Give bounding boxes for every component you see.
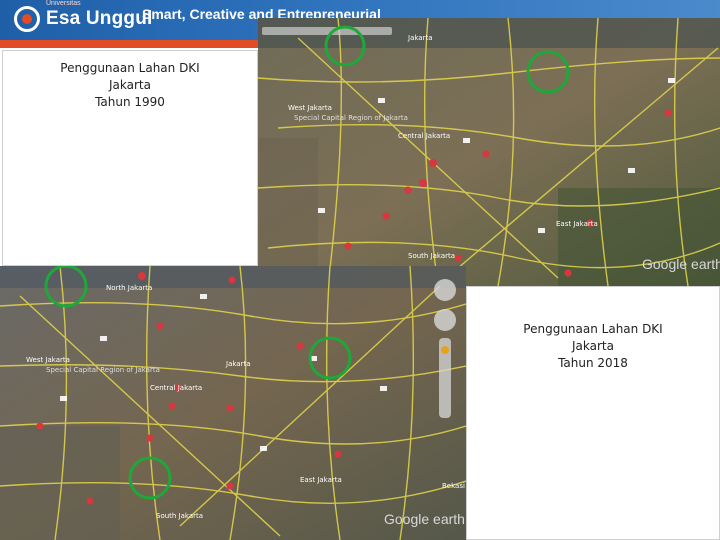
logo-subtext: Universitas [46,0,81,7]
map-1990-label-south-jakarta: South Jakarta [408,252,455,260]
caption-1990-line3: Tahun 1990 [95,95,165,109]
logo-text: Esa Unggul [46,8,153,29]
map-1990-label-west-jakarta: West Jakarta [288,104,332,112]
map-2018-label-east-jakarta: East Jakarta [300,476,342,484]
map-1990-label-jakarta: Jakarta [407,34,433,42]
map-2018-label-south-jakarta: South Jakarta [156,512,203,520]
map-2018-label-central-jakarta: Central Jakarta [150,384,202,392]
map-1990-label-special-region: Special Capital Region of Jakarta [294,114,408,122]
caption-2018-line1: Penggunaan Lahan DKI [523,322,663,336]
map-2018-label-jakarta: Jakarta [225,360,251,368]
satellite-map-1990: Jakarta West Jakarta Special Capital Reg… [258,18,720,286]
map-2018-label-special-region: Special Capital Region of Jakarta [46,366,160,374]
caption-1990-line1: Penggunaan Lahan DKI [60,61,200,75]
caption-2018-line3: Tahun 2018 [558,356,628,370]
map-2018-watermark: Google earth [384,511,465,527]
satellite-map-2018: North Jakarta West Jakarta Special Capit… [0,266,466,540]
map-1990-label-east-jakarta: East Jakarta [556,220,598,228]
map-2018-label-north-jakarta: North Jakarta [106,284,152,292]
caption-1990-line2: Jakarta [109,78,151,92]
caption-2018-line2: Jakarta [572,339,614,353]
map-2018-label-bekasi: Bekasi [442,482,465,490]
map-1990-watermark: Google earth [642,256,720,272]
header-accent-stripe [0,40,260,48]
caption-2018: Penggunaan Lahan DKI Jakarta Tahun 2018 [466,286,720,540]
university-logo: Esa Unggul [14,4,153,34]
caption-1990: Penggunaan Lahan DKI Jakarta Tahun 1990 [2,50,258,266]
map-1990-label-central-jakarta: Central Jakarta [398,132,450,140]
logo-mark-icon [14,6,40,32]
map-2018-label-west-jakarta: West Jakarta [26,356,70,364]
